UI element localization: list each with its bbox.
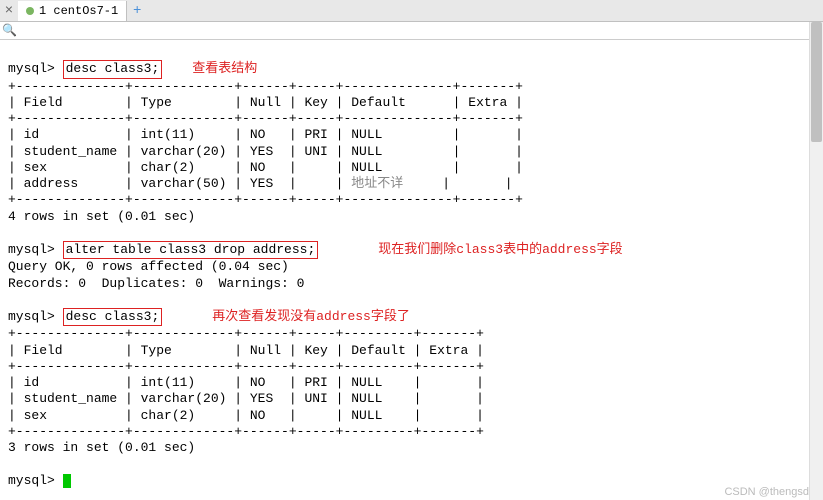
search-icon[interactable]: 🔍 (2, 23, 17, 38)
table1-row4a: | address | varchar(50) | YES | | (8, 176, 351, 191)
table1-footer: 4 rows in set (0.01 sec) (8, 209, 195, 224)
annotation-1: 查看表结构 (192, 61, 257, 77)
close-icon[interactable]: × (0, 1, 18, 21)
table1-row4b: | | (403, 176, 512, 191)
add-tab-button[interactable]: + (127, 1, 147, 21)
table2-row: | student_name | varchar(20) | YES | UNI… (8, 391, 484, 406)
watermark: CSDN @thengsd (724, 486, 809, 498)
prompt: mysql> (8, 242, 55, 257)
terminal-output[interactable]: mysql> desc class3; 查看表结构 +--------------… (0, 40, 823, 493)
table1-border: +--------------+-------------+------+---… (8, 79, 523, 94)
table2-border: +--------------+-------------+------+---… (8, 424, 484, 439)
tab-bar: × 1 centOs7-1 + (0, 0, 823, 22)
table2-border: +--------------+-------------+------+---… (8, 359, 484, 374)
prompt: mysql> (8, 61, 55, 76)
table1-row: | id | int(11) | NO | PRI | NULL | | (8, 127, 523, 142)
tab-centos[interactable]: 1 centOs7-1 (18, 1, 127, 21)
table2-border: +--------------+-------------+------+---… (8, 326, 484, 341)
search-bar: 🔍 (0, 22, 823, 40)
command-desc1: desc class3; (63, 60, 163, 78)
command-desc2: desc class3; (63, 308, 163, 326)
table1-border: +--------------+-------------+------+---… (8, 111, 523, 126)
table1-default-value: 地址不详 (351, 176, 403, 191)
alter-output-2: Records: 0 Duplicates: 0 Warnings: 0 (8, 276, 304, 291)
cursor (63, 474, 71, 488)
prompt: mysql> (8, 473, 55, 488)
tab-title: 1 centOs7-1 (39, 4, 118, 18)
table2-row: | id | int(11) | NO | PRI | NULL | | (8, 375, 484, 390)
table1-header: | Field | Type | Null | Key | Default | … (8, 95, 523, 110)
prompt: mysql> (8, 309, 55, 324)
table1-row: | sex | char(2) | NO | | NULL | | (8, 160, 523, 175)
alter-output-1: Query OK, 0 rows affected (0.04 sec) (8, 259, 289, 274)
table2-header: | Field | Type | Null | Key | Default | … (8, 343, 484, 358)
status-dot-icon (26, 7, 34, 15)
scrollbar-thumb[interactable] (811, 22, 822, 142)
annotation-2: 现在我们删除class3表中的address字段 (378, 242, 622, 258)
table1-border: +--------------+-------------+------+---… (8, 192, 523, 207)
annotation-3: 再次查看发现没有address字段了 (212, 309, 410, 325)
table2-footer: 3 rows in set (0.01 sec) (8, 440, 195, 455)
scrollbar-vertical[interactable] (809, 22, 823, 500)
table2-row: | sex | char(2) | NO | | NULL | | (8, 408, 484, 423)
table1-row: | student_name | varchar(20) | YES | UNI… (8, 144, 523, 159)
command-alter: alter table class3 drop address; (63, 241, 319, 259)
